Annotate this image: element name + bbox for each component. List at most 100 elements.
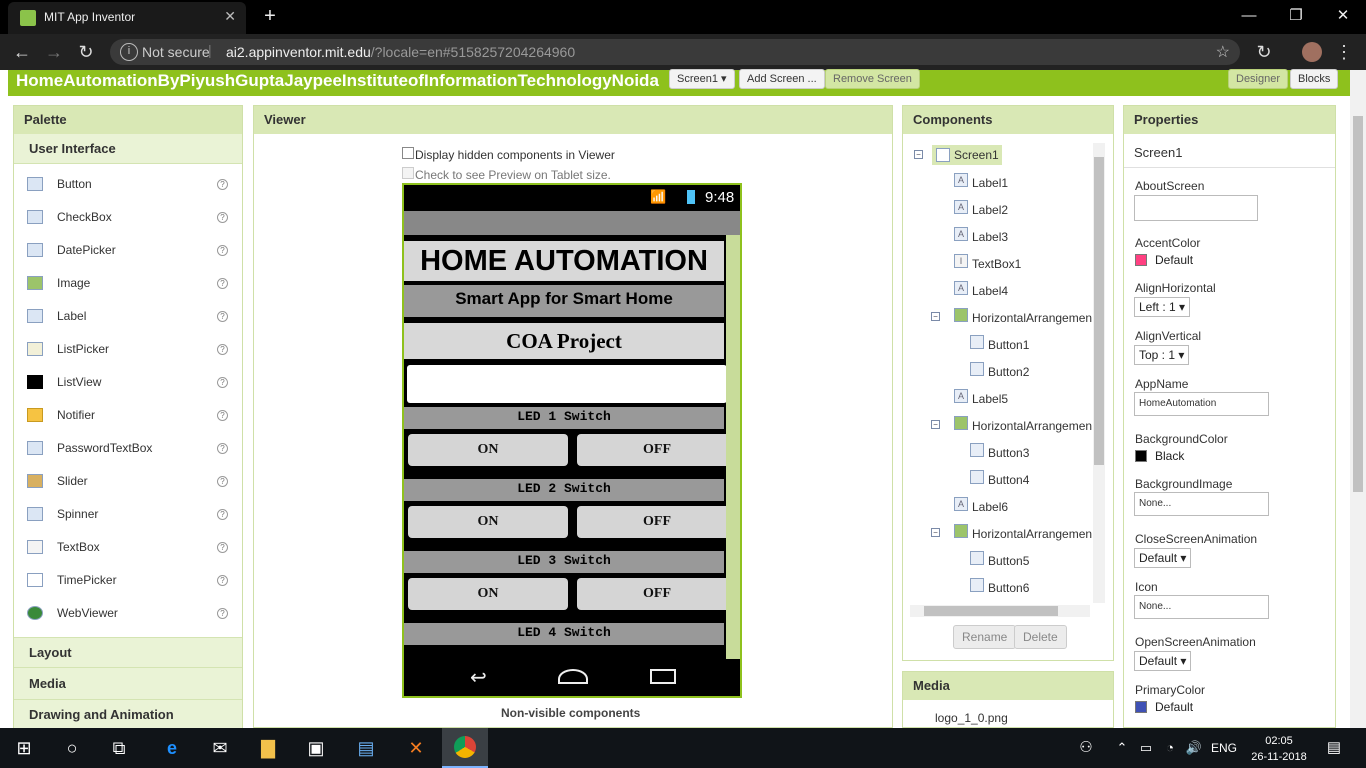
- open-animation-dropdown[interactable]: Default ▾: [1134, 651, 1192, 671]
- menu-dots-icon[interactable]: ⋮: [1332, 40, 1356, 64]
- help-icon[interactable]: ?: [217, 476, 228, 487]
- button5-on[interactable]: ON: [408, 578, 568, 610]
- help-icon[interactable]: ?: [217, 410, 228, 421]
- palette-item-slider[interactable]: Slider?: [14, 465, 242, 498]
- show-hidden-icons[interactable]: ⌃: [1110, 736, 1134, 760]
- help-icon[interactable]: ?: [217, 344, 228, 355]
- tree-node-label3[interactable]: A Label3: [952, 227, 1008, 247]
- tree-node-horizontal-arrangement-1[interactable]: HorizontalArrangemen: [952, 308, 1092, 328]
- file-explorer-icon[interactable]: ▇: [256, 736, 280, 760]
- blocks-button[interactable]: Blocks: [1290, 69, 1339, 89]
- palette-item-listpicker[interactable]: ListPicker?: [14, 333, 242, 366]
- label-smart-app[interactable]: Smart App for Smart Home: [404, 285, 724, 317]
- palette-item-checkbox[interactable]: CheckBox?: [14, 201, 242, 234]
- tree-node-label5[interactable]: A Label5: [952, 389, 1008, 409]
- help-icon[interactable]: ?: [217, 311, 228, 322]
- phone-scrollbar[interactable]: [726, 235, 740, 659]
- add-screen-button[interactable]: Add Screen ...: [739, 69, 825, 89]
- tree-vertical-scrollbar[interactable]: [1093, 143, 1105, 603]
- minimize-icon[interactable]: —: [1226, 4, 1272, 28]
- tree-node-button6[interactable]: Button6: [968, 578, 1029, 598]
- hidden-components-checkbox[interactable]: [402, 147, 414, 159]
- tree-node-textbox1[interactable]: I TextBox1: [952, 254, 1021, 274]
- store-icon[interactable]: ▣: [304, 736, 328, 760]
- icon-input[interactable]: None...: [1134, 595, 1269, 619]
- palette-item-timepicker[interactable]: TimePicker?: [14, 564, 242, 597]
- label-led2[interactable]: LED 2 Switch: [404, 479, 724, 501]
- app-icon[interactable]: ▤: [354, 736, 378, 760]
- back-icon[interactable]: ←: [10, 40, 34, 64]
- palette-category-layout[interactable]: Layout: [14, 638, 242, 668]
- xampp-icon[interactable]: ✕: [404, 736, 428, 760]
- screen-select[interactable]: Screen1 ▾: [669, 69, 735, 89]
- battery-tray-icon[interactable]: ▭: [1134, 736, 1158, 760]
- extension-icon[interactable]: ↻: [1252, 40, 1276, 64]
- bookmark-star-icon[interactable]: ☆: [1216, 42, 1230, 62]
- label-home-automation[interactable]: HOME AUTOMATION: [404, 241, 724, 281]
- help-icon[interactable]: ?: [217, 245, 228, 256]
- help-icon[interactable]: ?: [217, 575, 228, 586]
- omnibox[interactable]: i Not secure | ai2.appinventor.mit.edu/?…: [110, 39, 1240, 65]
- align-horizontal-dropdown[interactable]: Left : 1 ▾: [1134, 297, 1191, 317]
- collapse-icon[interactable]: −: [914, 150, 923, 159]
- help-icon[interactable]: ?: [217, 443, 228, 454]
- tree-node-button3[interactable]: Button3: [968, 443, 1029, 463]
- tree-node-label6[interactable]: A Label6: [952, 497, 1008, 517]
- new-tab-button[interactable]: +: [258, 4, 282, 28]
- forward-icon[interactable]: →: [42, 40, 66, 64]
- tree-node-button2[interactable]: Button2: [968, 362, 1029, 382]
- button3-on[interactable]: ON: [408, 506, 568, 538]
- tree-vscroll-thumb[interactable]: [1094, 157, 1104, 465]
- tree-horizontal-scrollbar[interactable]: [910, 605, 1090, 617]
- palette-item-spinner[interactable]: Spinner?: [14, 498, 242, 531]
- close-animation-dropdown[interactable]: Default ▾: [1134, 548, 1192, 568]
- palette-item-button[interactable]: Button?: [14, 168, 242, 201]
- media-file[interactable]: logo_1_0.png: [935, 711, 1008, 725]
- tablet-preview-checkbox[interactable]: [402, 167, 414, 179]
- palette-category-user-interface[interactable]: User Interface: [14, 134, 242, 164]
- collapse-icon[interactable]: −: [931, 312, 940, 321]
- close-tab-icon[interactable]: ✕: [224, 8, 236, 25]
- label-led3[interactable]: LED 3 Switch: [404, 551, 724, 573]
- palette-item-passwordtextbox[interactable]: PasswordTextBox?: [14, 432, 242, 465]
- tree-node-horizontal-arrangement-3[interactable]: HorizontalArrangemen: [952, 524, 1092, 544]
- close-window-icon[interactable]: ✕: [1320, 4, 1366, 28]
- about-screen-textarea[interactable]: [1134, 195, 1258, 221]
- palette-item-notifier[interactable]: Notifier?: [14, 399, 242, 432]
- mail-icon[interactable]: ✉: [208, 736, 232, 760]
- page-scrollbar[interactable]: [1350, 70, 1366, 728]
- volume-icon[interactable]: 🔊: [1182, 736, 1206, 760]
- button4-off[interactable]: OFF: [577, 506, 737, 538]
- palette-item-textbox[interactable]: TextBox?: [14, 531, 242, 564]
- chrome-taskbar-button[interactable]: [442, 728, 488, 768]
- reload-icon[interactable]: ↻: [74, 40, 98, 64]
- search-icon[interactable]: ○: [60, 736, 84, 760]
- remove-screen-button[interactable]: Remove Screen: [825, 69, 920, 89]
- tree-node-button4[interactable]: Button4: [968, 470, 1029, 490]
- language-indicator[interactable]: ENG: [1211, 741, 1237, 755]
- tree-node-label4[interactable]: A Label4: [952, 281, 1008, 301]
- label-coa-project[interactable]: COA Project: [404, 323, 724, 359]
- palette-item-webviewer[interactable]: WebViewer?: [14, 597, 242, 630]
- palette-category-drawing[interactable]: Drawing and Animation: [14, 700, 242, 730]
- palette-item-image[interactable]: Image?: [14, 267, 242, 300]
- background-image-input[interactable]: None...: [1134, 492, 1269, 516]
- palette-category-media[interactable]: Media: [14, 668, 242, 700]
- page-scroll-thumb[interactable]: [1353, 116, 1363, 492]
- button1-on[interactable]: ON: [408, 434, 568, 466]
- tree-node-button5[interactable]: Button5: [968, 551, 1029, 571]
- browser-tab[interactable]: MIT App Inventor ✕: [8, 2, 246, 34]
- collapse-icon[interactable]: −: [931, 420, 940, 429]
- accent-color-picker[interactable]: Default: [1135, 253, 1193, 267]
- help-icon[interactable]: ?: [217, 377, 228, 388]
- label-led4[interactable]: LED 4 Switch: [404, 623, 724, 645]
- windows-start-icon[interactable]: ⊞: [12, 736, 36, 760]
- tree-node-label1[interactable]: A Label1: [952, 173, 1008, 193]
- help-icon[interactable]: ?: [217, 278, 228, 289]
- help-icon[interactable]: ?: [217, 509, 228, 520]
- notifications-icon[interactable]: ▤: [1322, 736, 1346, 760]
- tree-node-button1[interactable]: Button1: [968, 335, 1029, 355]
- primary-color-picker[interactable]: Default: [1135, 700, 1193, 714]
- background-color-picker[interactable]: Black: [1135, 449, 1184, 463]
- app-name-input[interactable]: HomeAutomation: [1134, 392, 1269, 416]
